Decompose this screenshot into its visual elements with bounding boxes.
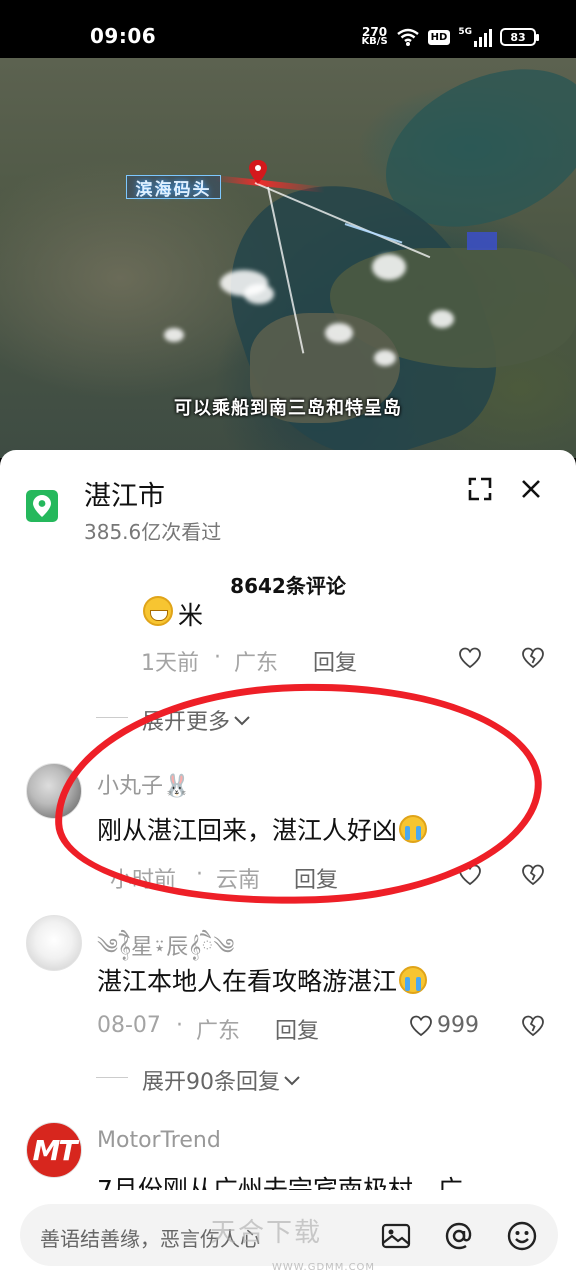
dislike-icon[interactable] [521,863,545,887]
cloud [164,328,184,342]
meta-separator: · [196,862,203,887]
video-player[interactable]: 滨海码头 可以乘船到南三岛和特呈岛 [0,58,576,458]
cloud [325,323,353,343]
cloud [430,310,454,328]
net-speed: 270 KB/S [361,25,388,47]
comment-text: 米 [178,601,204,630]
signal-label: 5G [458,27,472,37]
signal-bar [484,33,487,47]
status-icons: 270 KB/S HD 5G 83 [361,24,539,50]
status-time: 09:06 [90,24,157,48]
cloud [374,350,396,366]
comment-region: 广东 [234,651,279,676]
avatar[interactable] [26,915,82,971]
dislike-icon[interactable] [521,1014,545,1038]
heart-icon[interactable] [458,647,482,669]
reply-button[interactable]: 回复 [275,1013,319,1045]
avatar[interactable] [26,763,82,819]
comment-time: 1天前 [141,651,199,676]
heart-icon[interactable] [458,864,482,886]
expand-replies-label: 展开更多 [142,710,231,735]
grin-emoji-icon [143,596,173,626]
expand-icon[interactable] [467,476,493,502]
comment-region: 云南 [216,868,261,893]
at-mention-icon[interactable] [443,1220,475,1252]
signal-bar [489,29,492,47]
avatar[interactable]: MT [26,1122,82,1178]
chevron-down-icon [234,716,250,726]
cloud [244,284,274,304]
emoji-icon[interactable] [506,1220,538,1252]
reply-button[interactable]: 回复 [294,862,338,894]
battery-icon: 83 [500,28,539,46]
map-marker-blue [467,232,497,250]
crying-emoji-icon [399,966,428,994]
comment-sheet: 湛江市 385.6亿次看过 8642条评论 米 1天前 · 广东 回复 展开更多… [0,450,576,1280]
comment-region: 广东 [196,1019,241,1044]
location-icon [26,490,58,522]
location-title[interactable]: 湛江市 [84,474,165,513]
signal-icon: 5G [458,27,492,47]
divider [96,1077,128,1078]
comment-text: 湛江本地人在看攻略游湛江 [97,962,428,998]
signal-bar [479,37,482,47]
video-caption: 可以乘船到南三岛和特呈岛 [174,398,402,419]
expand-replies-label: 展开90条回复 [142,1070,280,1095]
expand-replies-button[interactable]: 展开更多 [142,704,251,736]
expand-replies-button[interactable]: 展开90条回复 [142,1064,301,1096]
reply-button[interactable]: 回复 [313,645,357,677]
close-icon[interactable] [518,476,544,502]
divider [96,717,128,718]
heart-icon[interactable] [409,1015,433,1037]
signal-bar [474,41,477,47]
dislike-icon[interactable] [521,646,545,670]
comment-time: 小时前 [110,868,177,893]
like-count: 999 [437,1013,479,1038]
comment-text-body: 刚从湛江回来，湛江人好凶 [97,816,398,845]
comment-username[interactable]: 小丸子🐰 [97,768,190,800]
map-location-label: 滨海码头 [126,175,221,200]
comment-username[interactable]: MotorTrend [97,1128,221,1153]
wifi-icon [396,28,419,46]
cloud [372,254,406,280]
location-views: 385.6亿次看过 [84,520,222,544]
watermark: 天合下载 [210,1218,323,1248]
chevron-down-icon [284,1076,300,1086]
comment-text: 刚从湛江回来，湛江人好凶 [97,811,428,847]
hd-badge: HD [427,29,451,45]
watermark-url: WWW.GDMM.COM [272,1262,376,1273]
comment-count: 8642条评论 [230,574,346,598]
meta-separator: · [176,1013,183,1038]
meta-separator: · [214,645,221,670]
crying-emoji-icon [399,815,428,843]
comment-text-body: 湛江本地人在看攻略游湛江 [97,967,398,996]
map-pin-icon [249,160,267,184]
image-icon[interactable] [380,1220,412,1252]
comment-time: 08-07 [97,1013,161,1038]
map-pin-icon [33,495,51,517]
